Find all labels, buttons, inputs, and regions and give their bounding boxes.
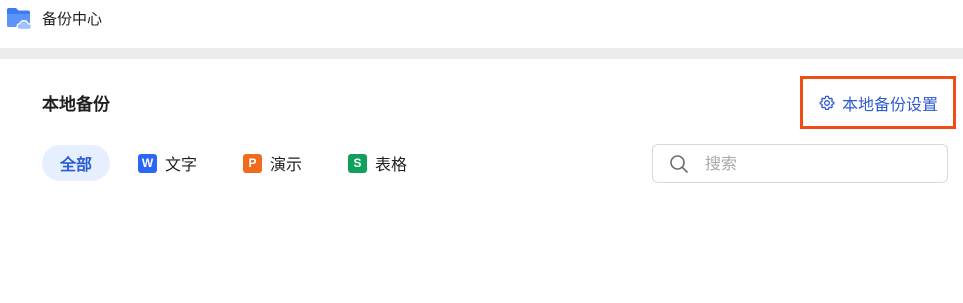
search-input[interactable] [703, 153, 927, 174]
filter-spreadsheet[interactable]: S 表格 [348, 145, 407, 181]
gear-icon [819, 95, 835, 111]
filter-all[interactable]: 全部 [42, 145, 111, 181]
settings-label: 本地备份设置 [842, 94, 939, 114]
filter-word[interactable]: W 文字 [138, 145, 197, 181]
header-divider [0, 48, 963, 59]
folder-cloud-icon [6, 6, 34, 31]
word-doc-icon: W [138, 153, 157, 173]
search-icon [669, 154, 689, 174]
filter-word-label: 文字 [165, 155, 198, 174]
window-title: 备份中心 [42, 10, 103, 28]
filter-spreadsheet-label: 表格 [375, 155, 408, 174]
filter-presentation[interactable]: P 演示 [243, 145, 302, 181]
title-bar: 备份中心 [0, 0, 963, 48]
search-box[interactable] [652, 144, 948, 183]
presentation-icon: P [243, 153, 262, 173]
local-backup-settings-button[interactable]: 本地备份设置 [800, 76, 956, 129]
filter-all-label: 全部 [60, 155, 93, 174]
spreadsheet-icon: S [348, 153, 367, 173]
filter-presentation-label: 演示 [270, 155, 303, 174]
section-title: 本地备份 [42, 95, 110, 115]
